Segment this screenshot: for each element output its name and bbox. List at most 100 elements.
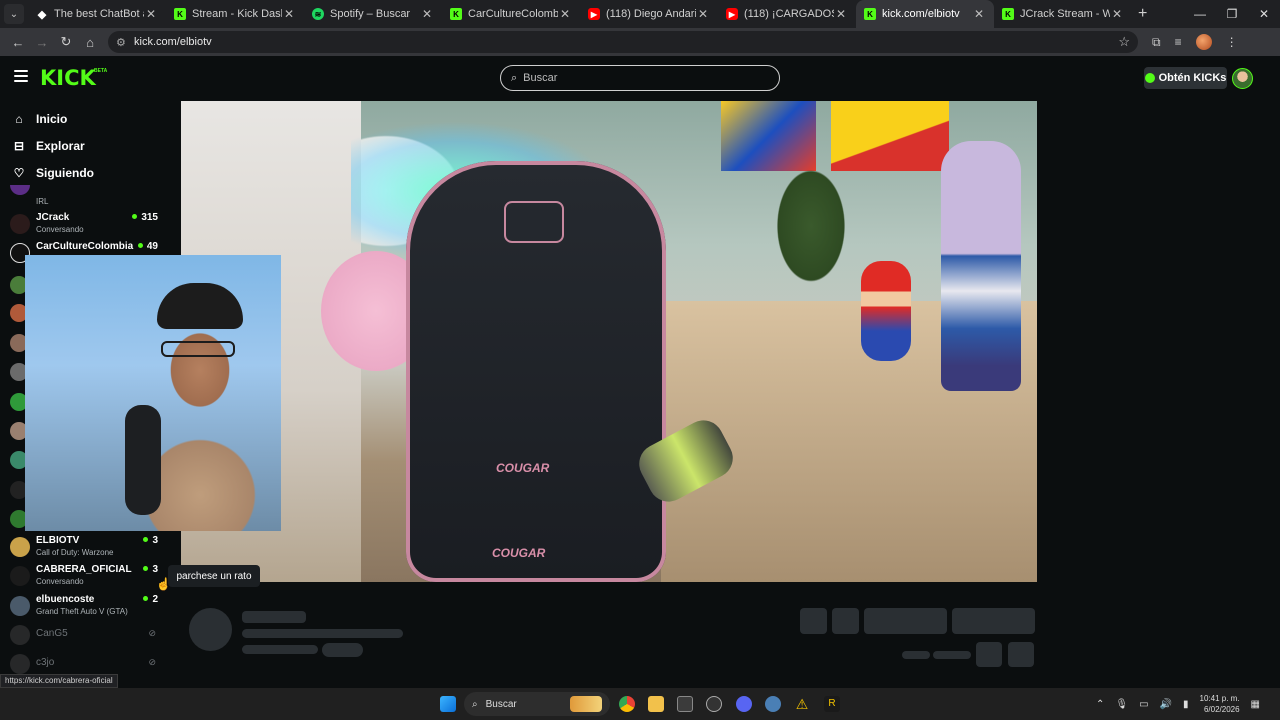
browser-tab[interactable]: ◆ The best ChatBot and Wi ✕ (28, 0, 166, 28)
browser-tab[interactable]: K Stream - Kick Dashboard ✕ (166, 0, 304, 28)
close-icon[interactable]: ✕ (834, 7, 848, 21)
kick-logo[interactable]: KICK (40, 67, 96, 89)
channel-category: Grand Theft Auto V (GTA) (36, 607, 128, 616)
kick-favicon: K (450, 8, 462, 20)
channel-avatar (10, 537, 30, 557)
viewer-count: 3 (143, 564, 158, 575)
notifications-icon[interactable]: ▦ (1251, 699, 1260, 710)
system-clock[interactable]: 10:41 p. m. 6/02/2026 (1200, 693, 1240, 715)
close-icon[interactable]: ✕ (282, 7, 296, 21)
browser-tab[interactable]: ≋ Spotify – Buscar ✕ (304, 0, 442, 28)
close-icon[interactable]: ✕ (420, 7, 434, 21)
start-windows-icon[interactable] (440, 696, 456, 712)
channel-category: Conversando (36, 577, 84, 586)
volume-icon[interactable]: 🔊 (1160, 699, 1172, 710)
loading-text-placeholder (322, 643, 363, 657)
browser-tab[interactable]: K CarCultureColombia Strea ✕ (442, 0, 580, 28)
menu-toggle-icon[interactable] (14, 70, 28, 82)
warning-icon[interactable]: ⚠ (794, 696, 810, 712)
channel-name: JCrack (36, 212, 70, 223)
battery-icon[interactable]: ▮ (1183, 699, 1189, 710)
close-icon[interactable]: ✕ (972, 7, 986, 21)
channel-item-jcrack[interactable]: JCrack Conversando 315 (10, 210, 160, 238)
home-page-icon[interactable]: ⌂ (78, 35, 102, 50)
close-icon[interactable]: ✕ (558, 7, 572, 21)
channel-item-cang5[interactable]: CanG5 ⊘ (10, 621, 160, 649)
tab-title: kick.com/elbiotv (882, 8, 960, 20)
channel-avatar (10, 625, 30, 645)
loading-text-placeholder (242, 629, 403, 638)
chevron-up-icon[interactable]: ⌃ (1096, 699, 1104, 710)
forward-icon[interactable]: → (30, 35, 54, 50)
browser-profile-avatar[interactable] (1195, 34, 1212, 50)
llama-plush (941, 141, 1021, 391)
channel-avatar (10, 654, 30, 674)
close-icon[interactable]: ✕ (144, 7, 158, 21)
url-field[interactable]: ⚙ kick.com/elbiotv ☆ (108, 31, 1138, 53)
search-highlight-icon (570, 696, 602, 712)
microphone-icon[interactable]: 🎙 (1115, 699, 1128, 710)
restore-icon[interactable]: ❐ (1216, 0, 1248, 28)
browser-tab[interactable]: ▶ (118) Diego Andariego - Y ✕ (580, 0, 718, 28)
loading-button-placeholder (952, 608, 1035, 634)
extensions-icon[interactable]: ⧉ (1152, 35, 1161, 50)
sidebar-item-inicio[interactable]: ⌂ Inicio (12, 109, 67, 129)
heart-icon: ♡ (13, 166, 25, 180)
get-kicks-button[interactable]: Obtén KICKs (1144, 67, 1227, 89)
chrome-icon[interactable] (619, 696, 635, 712)
app-r-icon[interactable]: R (824, 696, 840, 712)
store-icon[interactable] (677, 696, 693, 712)
media-controls-icon[interactable]: ≡ (1175, 35, 1182, 49)
browser-tab-strip: ⌄ ◆ The best ChatBot and Wi ✕ K Stream -… (0, 0, 1280, 28)
streamer-glasses (161, 341, 235, 357)
browser-tab-active[interactable]: K kick.com/elbiotv ✕ (856, 0, 994, 28)
mario-figure (861, 261, 911, 361)
tab-search-button[interactable]: ⌄ (4, 4, 24, 24)
url-text: kick.com/elbiotv (134, 36, 212, 48)
browser-tab[interactable]: ▶ (118) ¡CARGADOS de MA ✕ (718, 0, 856, 28)
taskbar-search[interactable]: ⌕ Buscar (464, 692, 610, 716)
loading-text-placeholder (242, 611, 306, 623)
chair-brand-text: COUGAR (496, 461, 550, 475)
window-controls: — ❐ ✕ (1184, 0, 1280, 28)
kicks-coin-icon (1144, 73, 1155, 83)
search-icon: ⌕ (511, 71, 518, 84)
file-explorer-icon[interactable] (648, 696, 664, 712)
browser-menu-icon[interactable]: ⋮ (1226, 35, 1238, 49)
close-icon[interactable]: ✕ (1110, 7, 1124, 21)
app-icon[interactable] (706, 696, 722, 712)
tab-title: JCrack Stream - Watch Li (1020, 8, 1110, 20)
video-player[interactable]: COUGAR COUGAR (181, 101, 1037, 582)
user-avatar[interactable] (1232, 68, 1253, 89)
browser-tab[interactable]: K JCrack Stream - Watch Li ✕ (994, 0, 1132, 28)
sidebar-item-siguiendo[interactable]: ♡ Siguiendo (12, 163, 94, 183)
reload-icon[interactable]: ↻ (54, 34, 78, 50)
channel-item-elbiotv[interactable]: ELBIOTV Call of Duty: Warzone 3 (10, 533, 160, 561)
sidebar-item-explorar[interactable]: ⊟ Explorar (12, 136, 85, 156)
bookmark-star-icon[interactable]: ☆ (1118, 34, 1130, 50)
settings-icon[interactable] (765, 696, 781, 712)
chatbot-favicon: ◆ (37, 8, 47, 21)
new-tab-button[interactable]: + (1138, 5, 1147, 23)
sidebar-item-label: Inicio (36, 112, 68, 126)
site-info-icon[interactable]: ⚙ (116, 36, 130, 49)
tab-title: The best ChatBot and Wi (54, 8, 144, 20)
channel-name: c3jo (36, 657, 55, 668)
minimize-icon[interactable]: — (1184, 0, 1216, 28)
network-icon[interactable]: ▭ (1139, 699, 1148, 710)
channel-item-elbuencoste[interactable]: elbuencoste Grand Theft Auto V (GTA) 2 (10, 592, 160, 620)
sidebar-item-label: Siguiendo (36, 166, 94, 180)
chair-logo (504, 201, 564, 243)
loading-text-placeholder (902, 651, 930, 659)
mini-tree (751, 131, 871, 321)
channel-item[interactable]: IRL (10, 185, 160, 206)
close-window-icon[interactable]: ✕ (1248, 0, 1280, 28)
search-input[interactable]: ⌕ Buscar (500, 65, 780, 91)
viewer-count: 315 (132, 212, 158, 223)
youtube-favicon: ▶ (726, 8, 738, 20)
back-icon[interactable]: ← (6, 35, 30, 50)
tab-title: CarCultureColombia Strea (468, 8, 558, 20)
discord-icon[interactable] (736, 696, 752, 712)
close-icon[interactable]: ✕ (696, 7, 710, 21)
channel-item-cabrera-oficial[interactable]: CABRERA_OFICIAL Conversando 3 (10, 562, 160, 590)
